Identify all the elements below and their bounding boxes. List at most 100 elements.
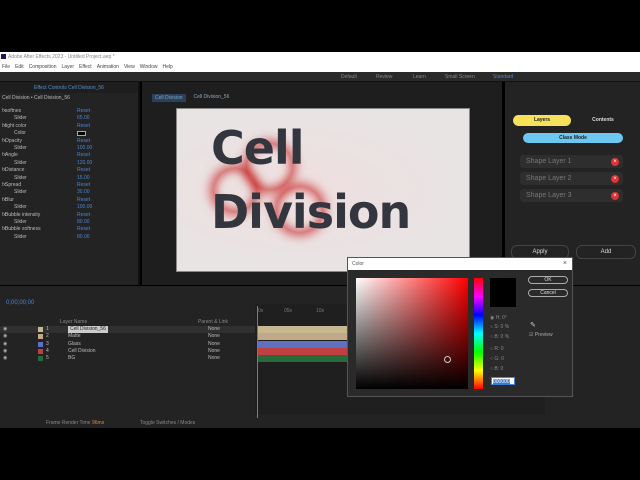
menu-composition[interactable]: Composition — [29, 64, 57, 72]
workspace-standard[interactable]: Standard — [493, 74, 513, 80]
workspace-default[interactable]: Default — [341, 74, 357, 80]
label-color[interactable] — [38, 356, 43, 362]
workspace-learn[interactable]: Learn — [413, 74, 426, 80]
toggle-switches-modes[interactable]: Toggle Switches / Modes — [140, 420, 195, 426]
effect-row[interactable]: fx Spread Reset — [0, 182, 138, 189]
effect-property-value[interactable]: Reset — [77, 152, 90, 159]
cancel-button[interactable]: Cancel — [528, 289, 568, 297]
effect-property-value[interactable]: 100.00 — [77, 145, 92, 152]
effect-row[interactable]: fx Blur Reset — [0, 197, 138, 204]
menu-file[interactable]: File — [2, 64, 10, 72]
effect-property-value[interactable]: 80.00 — [77, 219, 90, 226]
ok-button[interactable]: OK — [528, 276, 568, 284]
timeline-layer-row[interactable]: ◉ 3 Glass None — [0, 341, 255, 348]
effect-row[interactable]: Slider 120.00 — [0, 160, 138, 167]
effect-property-value[interactable]: Reset — [77, 123, 90, 130]
effect-row[interactable]: Slider 80.00 — [0, 219, 138, 226]
comp-tab-cell-division-56[interactable]: Cell Division_56 — [194, 94, 230, 102]
comp-canvas[interactable]: Cell Division — [176, 108, 470, 272]
workspace-review[interactable]: Review — [376, 74, 392, 80]
menu-effect[interactable]: Effect — [79, 64, 92, 72]
comp-tab-cell-division[interactable]: Cell Division — [152, 94, 186, 102]
visibility-icon[interactable]: ◉ — [3, 355, 7, 362]
visibility-icon[interactable]: ◉ — [3, 341, 7, 348]
layer-name[interactable]: Matte — [68, 333, 81, 340]
radio-g[interactable]: ○ G: 0 — [490, 356, 504, 362]
color-picker-handle[interactable] — [444, 356, 451, 363]
eyedropper-icon[interactable]: ✎ — [530, 321, 536, 329]
menu-window[interactable]: Window — [140, 64, 158, 72]
label-color[interactable] — [38, 327, 43, 332]
effect-row[interactable]: fx Bubble intensity Reset — [0, 212, 138, 219]
layer-name[interactable]: Cell Division — [68, 348, 96, 355]
effect-row[interactable]: Slider 100.00 — [0, 145, 138, 152]
visibility-icon[interactable]: ◉ — [3, 333, 7, 340]
hex-input[interactable]: 000000 — [491, 377, 515, 385]
label-color[interactable] — [38, 334, 43, 340]
parent-dropdown[interactable]: None — [208, 341, 220, 348]
effect-property-value[interactable]: 120.00 — [77, 160, 92, 167]
effect-row[interactable]: fx Opacity Reset — [0, 138, 138, 145]
effect-property-value[interactable]: Reset — [77, 226, 90, 233]
saturation-brightness-field[interactable] — [356, 278, 468, 389]
label-color[interactable] — [38, 348, 43, 354]
effect-row[interactable]: fx Angle Reset — [0, 152, 138, 159]
radio-blue[interactable]: ○ B: 0 — [490, 366, 503, 372]
menu-view[interactable]: View — [124, 64, 135, 72]
layer-duration-bar[interactable] — [258, 326, 348, 333]
layer-duration-bar[interactable] — [258, 340, 348, 348]
effect-row[interactable]: fx Distance Reset — [0, 167, 138, 174]
layers-tab[interactable]: Layers — [513, 115, 571, 126]
effect-property-value[interactable]: Reset — [77, 167, 90, 174]
effect-property-value[interactable]: Reset — [77, 212, 90, 219]
layer-name[interactable]: BG — [68, 355, 75, 362]
radio-r[interactable]: ○ R: 0 — [490, 346, 504, 352]
radio-h[interactable]: ◉ H: 0° — [490, 315, 507, 321]
effect-row[interactable]: fx softnes Reset — [0, 108, 138, 115]
workspace-small-screen[interactable]: Small Screen — [445, 74, 475, 80]
effect-property-value[interactable]: 15.00 — [77, 175, 90, 182]
layer-name[interactable]: Cell Division_56 — [68, 326, 108, 333]
label-color[interactable] — [38, 341, 43, 347]
contents-tab[interactable]: Contents — [578, 115, 628, 126]
effect-property-value[interactable]: 80.00 — [77, 234, 90, 241]
color-swatch[interactable] — [77, 131, 86, 137]
remove-icon[interactable]: × — [611, 192, 619, 200]
effect-row[interactable]: Color — [0, 130, 138, 137]
timeline-layer-row[interactable]: ◉ 1 Cell Division_56 None — [0, 326, 255, 333]
layer-duration-bar[interactable] — [258, 333, 348, 341]
preview-checkbox[interactable]: ☑ Preview — [529, 332, 553, 338]
close-icon[interactable]: × — [563, 260, 567, 267]
effect-property-value[interactable]: Reset — [77, 108, 90, 115]
effect-property-value[interactable]: Reset — [77, 182, 90, 189]
parent-dropdown[interactable]: None — [208, 333, 220, 340]
shape-layer-item[interactable]: Shape Layer 2 × — [520, 172, 623, 185]
visibility-icon[interactable]: ◉ — [3, 326, 7, 333]
effect-row[interactable]: fx Bubble softness Reset — [0, 226, 138, 233]
shape-layer-item[interactable]: Shape Layer 3 × — [520, 189, 623, 202]
layer-duration-bar[interactable] — [258, 355, 348, 363]
effect-row[interactable]: Slider 80.00 — [0, 234, 138, 241]
add-button[interactable]: Add — [576, 245, 636, 259]
effect-row[interactable]: Slider 15.00 — [0, 175, 138, 182]
effect-property-value[interactable]: 100.00 — [77, 204, 92, 211]
radio-b[interactable]: ○ B: 0 % — [490, 334, 509, 340]
radio-s[interactable]: ○ S: 0 % — [490, 324, 509, 330]
menu-animation[interactable]: Animation — [97, 64, 119, 72]
visibility-icon[interactable]: ◉ — [3, 348, 7, 355]
layer-name[interactable]: Glass — [68, 341, 81, 348]
remove-icon[interactable]: × — [611, 175, 619, 183]
timeline-layer-row[interactable]: ◉ 2 Matte None — [0, 333, 255, 340]
effect-row[interactable]: Slider 30.00 — [0, 189, 138, 196]
effect-property-value[interactable]: Reset — [77, 197, 90, 204]
effect-row[interactable]: fx light color Reset — [0, 123, 138, 130]
hue-slider[interactable] — [474, 278, 483, 389]
parent-dropdown[interactable]: None — [208, 355, 220, 362]
class-mode-button[interactable]: Class Mode — [523, 133, 623, 143]
remove-icon[interactable]: × — [611, 158, 619, 166]
shape-layer-item[interactable]: Shape Layer 1 × — [520, 155, 623, 168]
menu-layer[interactable]: Layer — [61, 64, 74, 72]
effect-property-value[interactable]: 30.00 — [77, 189, 90, 196]
parent-dropdown[interactable]: None — [208, 348, 220, 355]
timeline-layer-row[interactable]: ◉ 5 BG None — [0, 355, 255, 362]
